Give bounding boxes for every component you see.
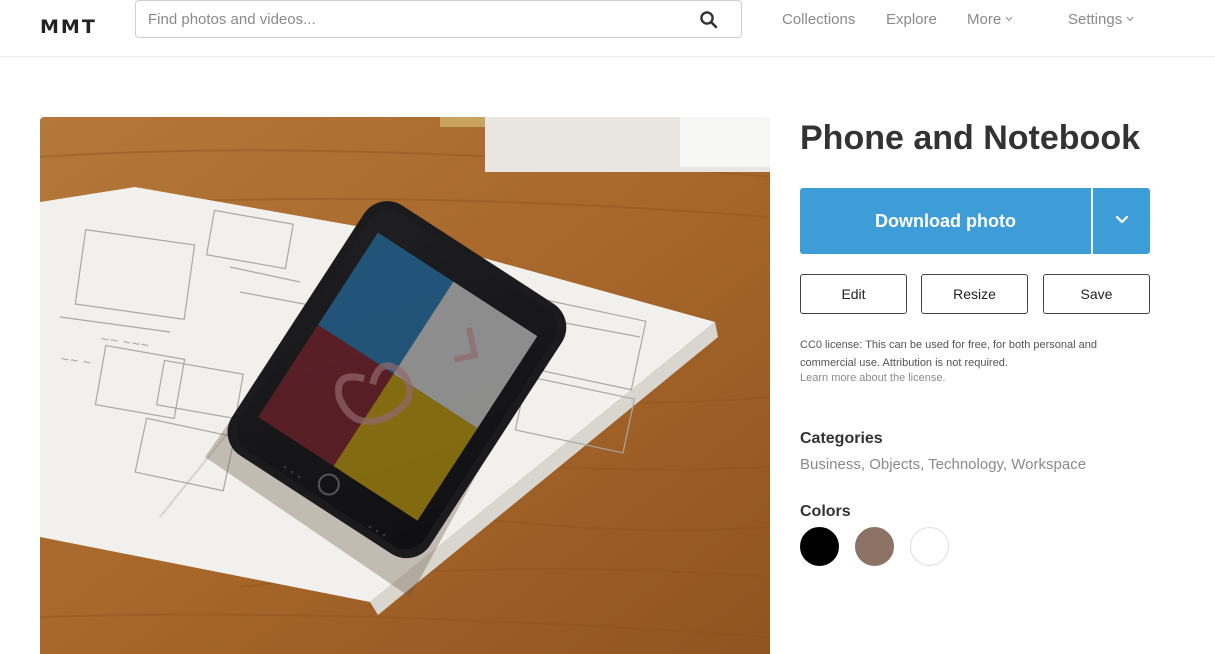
category-business[interactable]: Business bbox=[800, 456, 861, 473]
category-technology[interactable]: Technology bbox=[928, 456, 1003, 473]
color-swatch-black[interactable] bbox=[800, 527, 839, 566]
category-separator: , bbox=[860, 456, 870, 473]
nav-more-label: More bbox=[967, 11, 1002, 28]
download-photo-button[interactable]: Download photo bbox=[800, 188, 1091, 254]
nav-settings[interactable]: Settings bbox=[1068, 11, 1134, 28]
phone-on-notebook-image: ~~ ~~~ ~~ ~ bbox=[40, 117, 770, 654]
categories-list: Business, Objects, Technology, Workspace bbox=[800, 456, 1086, 473]
top-navbar: MMT Collections Explore More Settings bbox=[0, 0, 1215, 57]
search-box[interactable] bbox=[135, 0, 742, 38]
search-icon[interactable] bbox=[699, 10, 719, 30]
download-button-group: Download photo bbox=[800, 188, 1150, 254]
color-swatch-brown[interactable] bbox=[855, 527, 894, 566]
chevron-down-icon bbox=[1126, 14, 1134, 25]
nav-settings-label: Settings bbox=[1068, 11, 1123, 28]
color-swatch-white[interactable] bbox=[910, 527, 949, 566]
photo-title: Phone and Notebook bbox=[800, 119, 1140, 157]
category-workspace[interactable]: Workspace bbox=[1011, 456, 1086, 473]
chevron-down-icon bbox=[1115, 212, 1129, 230]
save-button[interactable]: Save bbox=[1043, 274, 1150, 314]
license-text: CC0 license: This can be used for free, … bbox=[800, 339, 1097, 369]
download-options-button[interactable] bbox=[1093, 188, 1150, 254]
site-logo[interactable]: MMT bbox=[40, 16, 97, 38]
chevron-down-icon bbox=[1005, 14, 1013, 25]
resize-button[interactable]: Resize bbox=[921, 274, 1028, 314]
search-input[interactable] bbox=[148, 9, 688, 29]
nav-collections[interactable]: Collections bbox=[782, 11, 855, 28]
nav-explore[interactable]: Explore bbox=[886, 11, 937, 28]
category-separator: , bbox=[920, 456, 929, 473]
category-objects[interactable]: Objects bbox=[869, 456, 920, 473]
nav-more[interactable]: More bbox=[967, 11, 1013, 28]
colors-heading: Colors bbox=[800, 503, 851, 520]
categories-heading: Categories bbox=[800, 430, 883, 447]
license-link[interactable]: Learn more about the license. bbox=[800, 372, 946, 384]
edit-button[interactable]: Edit bbox=[800, 274, 907, 314]
main-photo[interactable]: ~~ ~~~ ~~ ~ bbox=[40, 117, 770, 654]
